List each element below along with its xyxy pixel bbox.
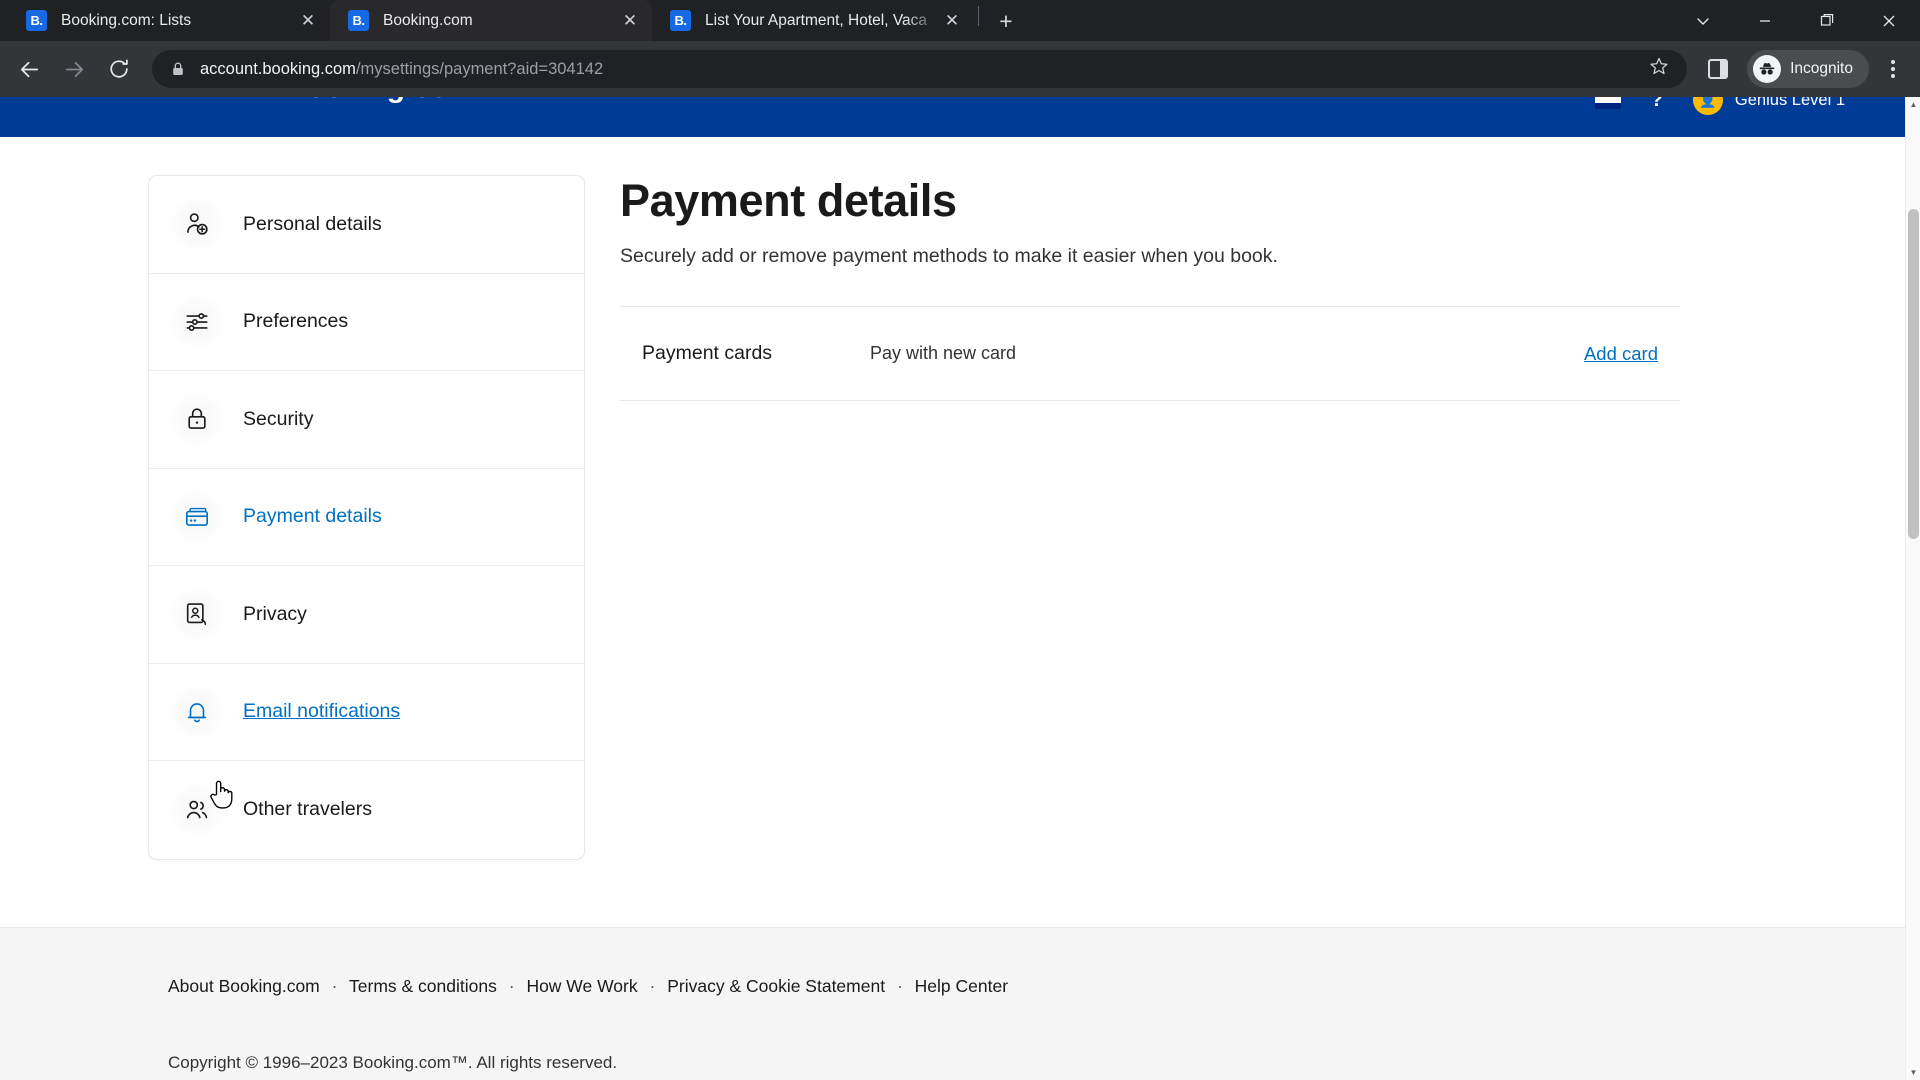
page-title: Payment details xyxy=(620,175,957,226)
person-add-icon xyxy=(171,198,223,251)
add-card-button[interactable]: Add card xyxy=(1584,343,1658,365)
footer-separator: · xyxy=(508,976,515,996)
maximize-restore-icon[interactable] xyxy=(1796,0,1858,41)
sidebar-item-label: Email notifications xyxy=(243,700,401,723)
close-icon[interactable]: ✕ xyxy=(296,9,320,33)
tab-favicon: B. xyxy=(670,10,691,31)
incognito-avatar-icon xyxy=(1753,55,1782,83)
side-panel-icon[interactable] xyxy=(1697,48,1739,90)
footer-link-help-center[interactable]: Help Center xyxy=(915,976,1008,996)
bell-icon xyxy=(171,685,223,738)
page-viewport: Booking.com ? 👤 Genius Level 1 xyxy=(0,97,1920,1080)
avatar: 👤 xyxy=(1692,97,1723,115)
lock-icon xyxy=(171,393,223,446)
tab-title: Booking.com xyxy=(383,11,473,29)
table-row: Payment cards Pay with new card Add card xyxy=(620,307,1680,401)
row-value: Pay with new card xyxy=(870,343,1017,363)
tab-favicon: B. xyxy=(26,10,47,31)
reload-icon[interactable] xyxy=(98,48,140,90)
footer-links: About Booking.com · Terms & conditions ·… xyxy=(168,976,1905,997)
footer-link-how-we-work[interactable]: How We Work xyxy=(526,976,637,996)
footer-separator: · xyxy=(896,976,903,996)
sidebar-item-other-travelers[interactable]: Other travelers xyxy=(149,761,584,859)
site-footer: About Booking.com · Terms & conditions ·… xyxy=(0,927,1905,1080)
payment-cards-table: Payment cards Pay with new card Add card xyxy=(620,306,1680,401)
browser-tab-0[interactable]: B. Booking.com: Lists ✕ xyxy=(8,0,330,41)
browser-tab-2[interactable]: B. List Your Apartment, Hotel, Vaca ✕ xyxy=(652,0,974,41)
sidebar-item-email-notifications[interactable]: Email notifications xyxy=(149,664,584,761)
footer-link-about[interactable]: About Booking.com xyxy=(168,976,320,996)
tab-favicon: B. xyxy=(348,10,369,31)
page-scrollbar[interactable]: ▲ ▼ xyxy=(1905,97,1920,1080)
credit-card-icon xyxy=(171,490,223,543)
people-icon xyxy=(171,783,223,836)
page-content: Booking.com ? 👤 Genius Level 1 xyxy=(0,97,1905,1080)
main-content: Payment details Securely add or remove p… xyxy=(620,175,1800,927)
footer-link-privacy-cookie[interactable]: Privacy & Cookie Statement xyxy=(667,976,885,996)
sidebar-item-label: Privacy xyxy=(243,602,307,625)
window-controls xyxy=(1672,0,1920,41)
sidebar-item-label: Payment details xyxy=(243,505,382,528)
sidebar-item-personal-details[interactable]: Personal details xyxy=(149,176,584,274)
incognito-profile-chip[interactable]: Incognito xyxy=(1747,50,1869,88)
browser-toolbar: account.booking.com/mysettings/payment?a… xyxy=(0,41,1920,97)
kebab-menu-icon[interactable] xyxy=(1874,48,1912,90)
scrollbar-thumb[interactable] xyxy=(1908,209,1919,539)
copyright-text: Copyright © 1996–2023 Booking.com™. All … xyxy=(168,1053,618,1072)
close-window-button[interactable] xyxy=(1858,0,1920,41)
close-icon[interactable]: ✕ xyxy=(940,9,964,33)
footer-separator: · xyxy=(649,976,656,996)
tab-title: Booking.com: Lists xyxy=(61,11,192,29)
address-bar[interactable]: account.booking.com/mysettings/payment?a… xyxy=(152,50,1688,88)
sidebar-item-preferences[interactable]: Preferences xyxy=(149,274,584,371)
booking-logo[interactable]: Booking.com xyxy=(285,97,475,105)
url-domain: account.booking.com xyxy=(200,59,356,78)
sidebar-item-security[interactable]: Security xyxy=(149,371,584,469)
url-path: /mysettings/payment?aid=304142 xyxy=(355,59,604,78)
forward-arrow-icon[interactable] xyxy=(53,48,95,90)
help-icon[interactable]: ? xyxy=(1651,97,1663,112)
row-label: Payment cards xyxy=(642,342,773,364)
browser-tab-1[interactable]: B. Booking.com ✕ xyxy=(330,0,652,41)
genius-level-label: Genius Level 1 xyxy=(1734,97,1845,109)
flag-icon[interactable] xyxy=(1594,97,1621,109)
site-header: Booking.com ? 👤 Genius Level 1 xyxy=(0,97,1905,137)
url-text: account.booking.com/mysettings/payment?a… xyxy=(200,60,1641,79)
scroll-down-arrow-icon[interactable]: ▼ xyxy=(1906,1065,1920,1080)
page-subtitle: Securely add or remove payment methods t… xyxy=(620,245,1278,267)
settings-sidebar: Personal details Preferences Security Pa… xyxy=(148,175,585,860)
footer-separator: · xyxy=(331,976,338,996)
sidebar-item-label: Security xyxy=(243,407,314,430)
genius-level-widget[interactable]: 👤 Genius Level 1 xyxy=(1692,97,1845,115)
scroll-up-arrow-icon[interactable]: ▲ xyxy=(1906,97,1920,112)
close-icon[interactable]: ✕ xyxy=(618,9,642,33)
tab-divider xyxy=(978,5,979,26)
new-tab-button[interactable]: + xyxy=(989,4,1023,38)
site-header-right: ? 👤 Genius Level 1 xyxy=(1594,97,1845,115)
sliders-icon xyxy=(171,295,223,348)
lock-icon xyxy=(170,61,186,77)
star-icon[interactable] xyxy=(1641,56,1677,82)
sidebar-item-privacy[interactable]: Privacy xyxy=(149,566,584,664)
tab-search-chevron-down-icon[interactable] xyxy=(1672,0,1734,41)
privacy-person-icon xyxy=(171,588,223,641)
incognito-label: Incognito xyxy=(1790,60,1853,77)
back-arrow-icon[interactable] xyxy=(8,48,50,90)
browser-window: B. Booking.com: Lists ✕ B. Booking.com ✕… xyxy=(0,0,1920,1080)
tab-strip: B. Booking.com: Lists ✕ B. Booking.com ✕… xyxy=(0,0,1920,41)
sidebar-item-payment-details[interactable]: Payment details xyxy=(149,469,584,566)
sidebar-item-label: Personal details xyxy=(243,212,382,235)
minimize-button[interactable] xyxy=(1734,0,1796,41)
tab-title: List Your Apartment, Hotel, Vaca xyxy=(705,11,928,29)
footer-link-terms[interactable]: Terms & conditions xyxy=(349,976,497,996)
sidebar-item-label: Other travelers xyxy=(243,798,372,821)
page-body: Personal details Preferences Security Pa… xyxy=(0,137,1905,927)
sidebar-item-label: Preferences xyxy=(243,310,349,333)
